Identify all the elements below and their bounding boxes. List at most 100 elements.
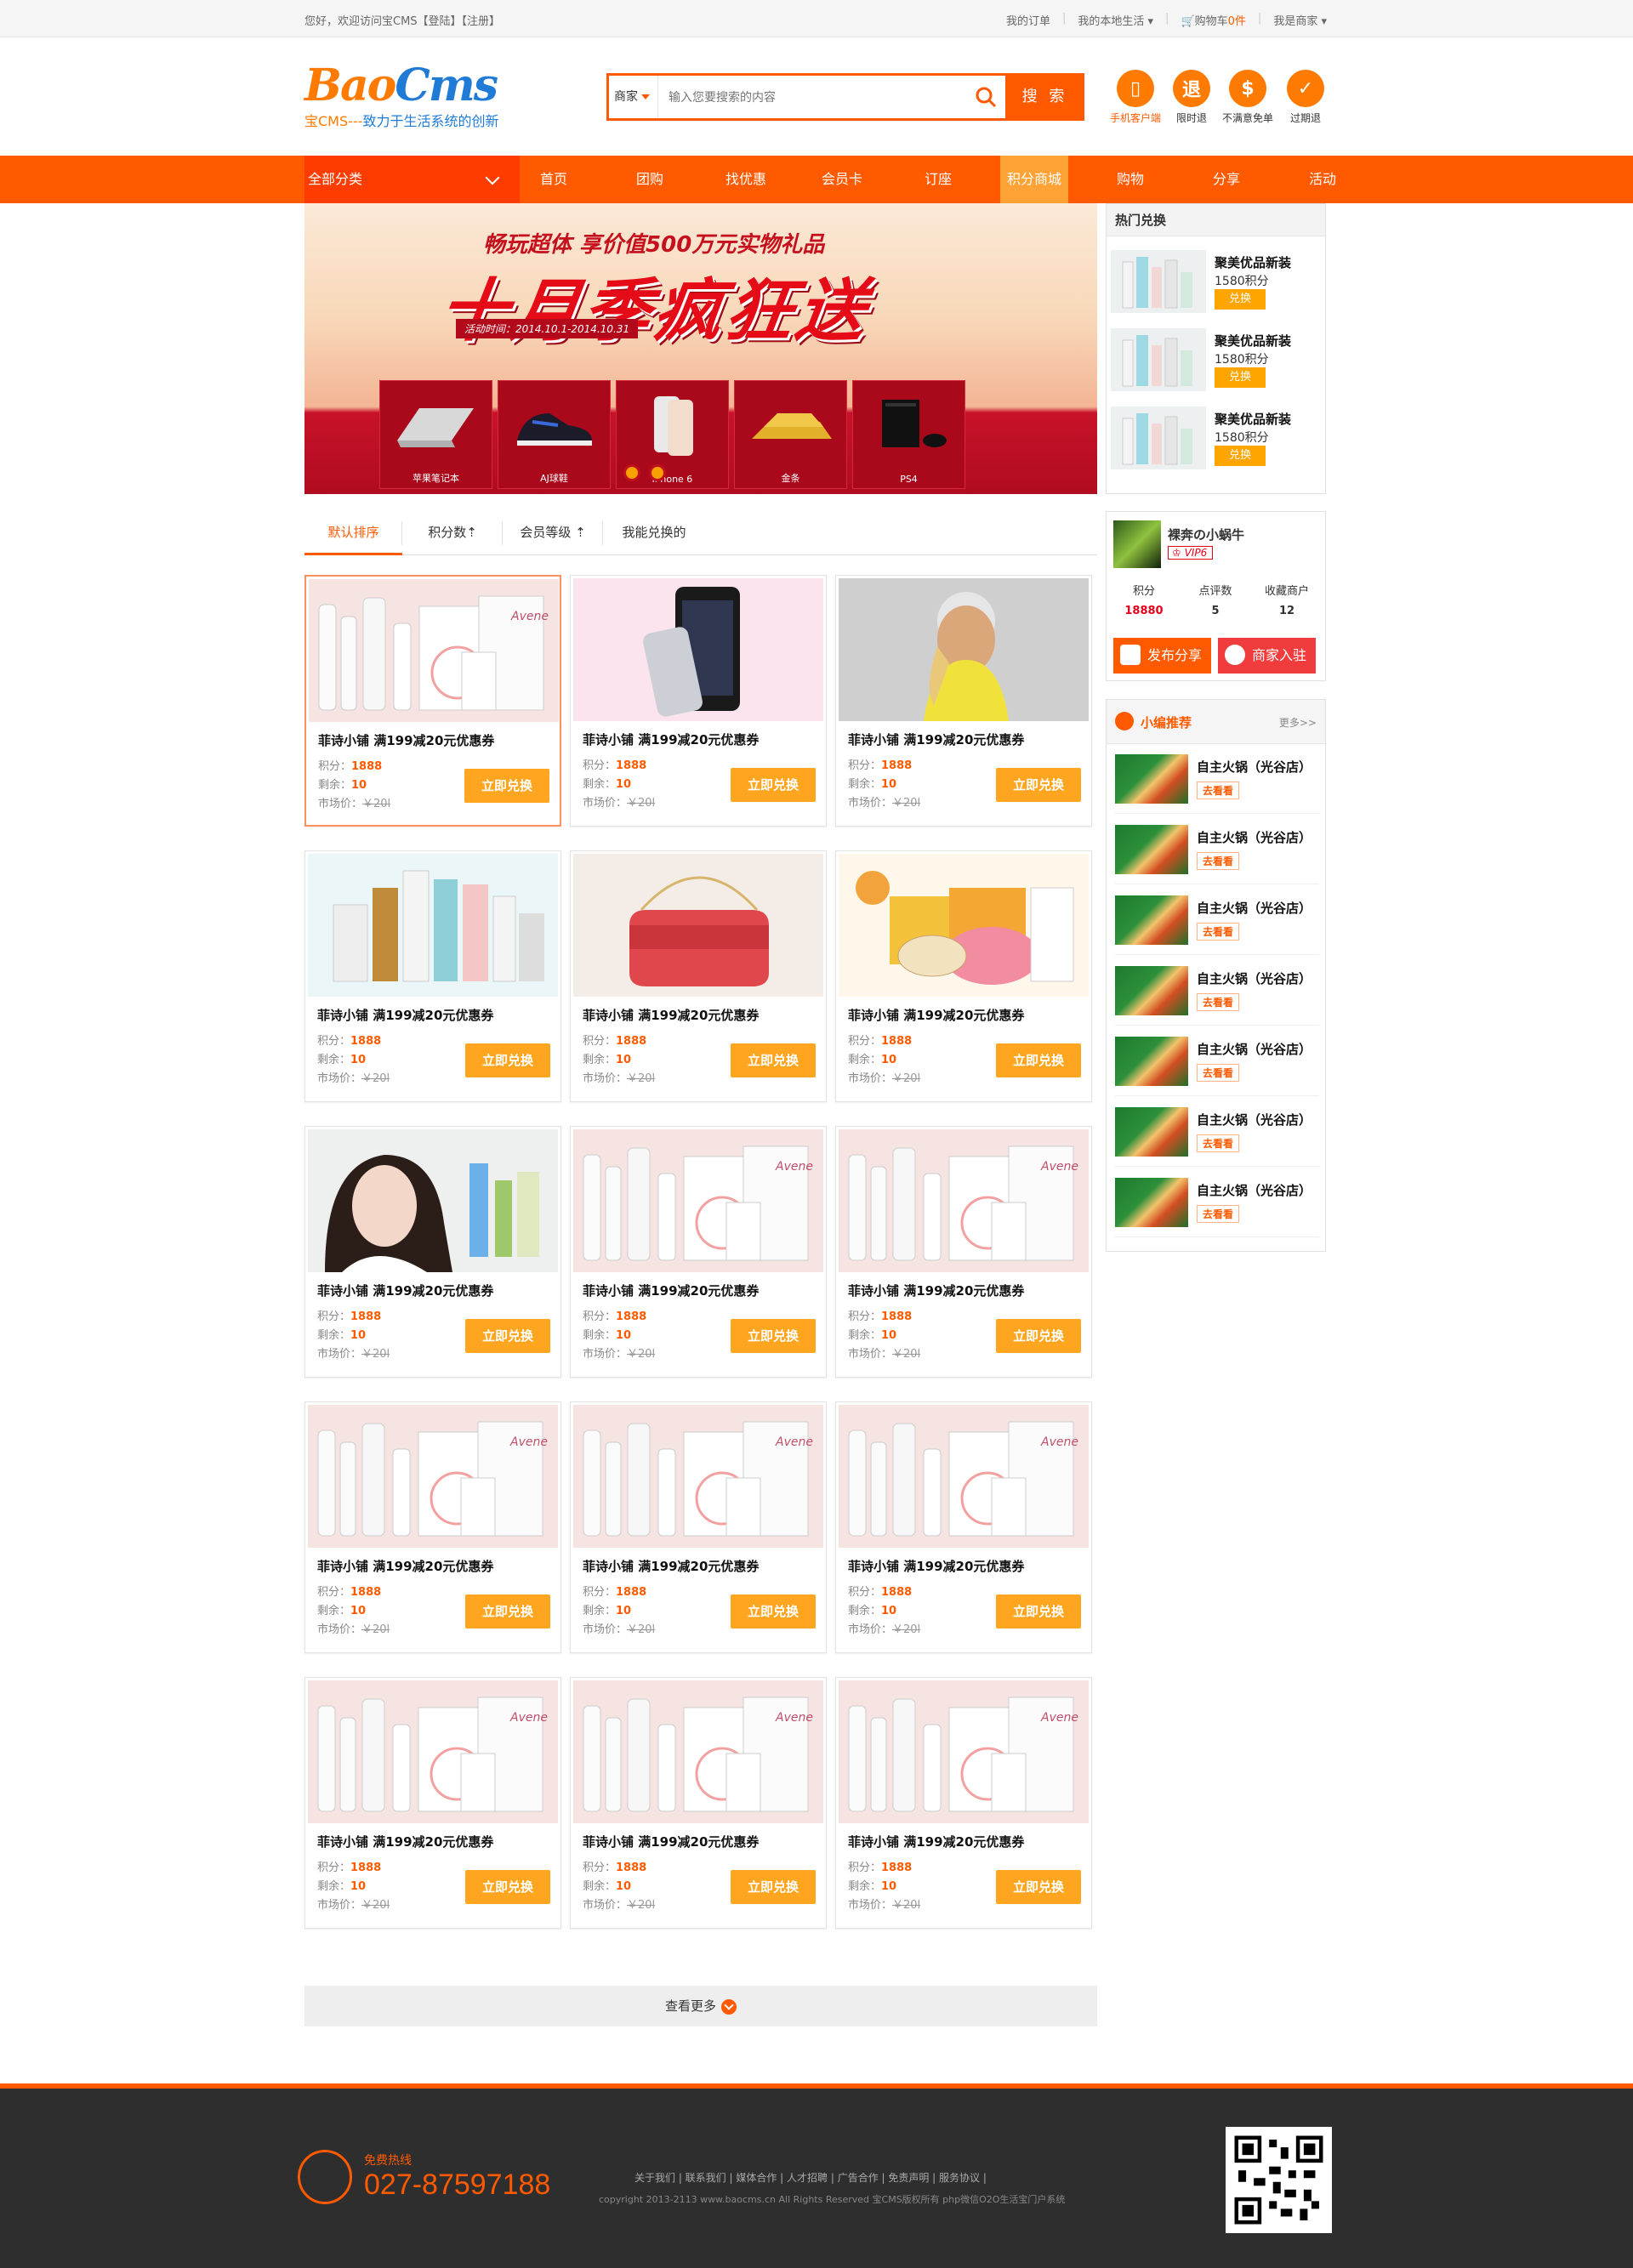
- product-title[interactable]: 菲诗小铺 满199减20元优惠券: [848, 1833, 1024, 1850]
- exchange-now-button[interactable]: 立即兑换: [731, 1870, 816, 1904]
- recommend-name[interactable]: 自主火锅（光谷店）: [1197, 969, 1312, 987]
- product-card[interactable]: Avene 菲诗小铺 满199减20元优惠券 积分：1888 剩余：10 市场价：￥20…: [304, 1677, 561, 1929]
- user-name[interactable]: 裸奔の小蜗牛: [1168, 526, 1244, 543]
- product-title[interactable]: 菲诗小铺 满199减20元优惠券: [583, 1006, 759, 1024]
- product-image[interactable]: [839, 578, 1089, 721]
- load-more-button[interactable]: 查看更多: [304, 1986, 1097, 2026]
- sort-member-level[interactable]: 会员等级 ⇡: [503, 511, 603, 555]
- product-title[interactable]: 菲诗小铺 满199减20元优惠券: [318, 731, 494, 749]
- product-image[interactable]: Avene: [839, 1129, 1089, 1272]
- nav-item-reservation[interactable]: 订座: [904, 156, 972, 203]
- exchange-now-button[interactable]: 立即兑换: [996, 1594, 1081, 1629]
- product-card[interactable]: 菲诗小铺 满199减20元优惠券 积分：1888 剩余：10 市场价：￥20l 立即兑换: [570, 850, 827, 1102]
- sort-can-exchange[interactable]: 我能兑换的: [603, 511, 705, 555]
- go-see-button[interactable]: 去看看: [1197, 923, 1240, 941]
- product-card[interactable]: 菲诗小铺 满199减20元优惠券 积分：1888 剩余：10 市场价：￥20l 立即兑换: [304, 850, 561, 1102]
- recommend-name[interactable]: 自主火锅（光谷店）: [1197, 899, 1312, 917]
- exchange-button[interactable]: 兑换: [1215, 367, 1266, 388]
- merchant-join-button[interactable]: 商家入驻: [1218, 638, 1316, 674]
- recommend-image[interactable]: [1115, 1037, 1188, 1086]
- product-image[interactable]: Avene: [308, 1405, 558, 1548]
- banner-product[interactable]: 金条: [734, 380, 847, 489]
- exchange-button[interactable]: 兑换: [1215, 446, 1266, 466]
- exchange-now-button[interactable]: 立即兑换: [464, 769, 549, 803]
- product-title[interactable]: 菲诗小铺 满199减20元优惠券: [848, 730, 1024, 748]
- go-see-button[interactable]: 去看看: [1197, 993, 1240, 1011]
- product-card[interactable]: 菲诗小铺 满199减20元优惠券 积分：1888 剩余：10 市场价：￥20l 立即兑换: [570, 575, 827, 827]
- my-orders-link[interactable]: 我的订单: [1006, 12, 1050, 28]
- free-if-unsatisfied[interactable]: $ 不满意免单: [1218, 70, 1277, 125]
- product-card[interactable]: 菲诗小铺 满199减20元优惠券 积分：1888 剩余：10 市场价：￥20l 立即兑换: [304, 1126, 561, 1378]
- product-image[interactable]: [308, 1129, 558, 1272]
- banner-product[interactable]: 苹果笔记本: [379, 380, 492, 489]
- product-title[interactable]: 菲诗小铺 满199减20元优惠券: [583, 1557, 759, 1575]
- recommend-item[interactable]: 自主火锅（光谷店） 去看看: [1115, 959, 1319, 1026]
- product-card[interactable]: Avene 菲诗小铺 满199减20元优惠券 积分：1888 剩余：10 市场价：￥20…: [304, 1401, 561, 1653]
- sort-default[interactable]: 默认排序: [304, 511, 402, 555]
- nav-item-home[interactable]: 首页: [520, 156, 588, 203]
- search-input[interactable]: [669, 76, 1000, 118]
- recommend-name[interactable]: 自主火锅（光谷店）: [1197, 1111, 1312, 1128]
- product-title[interactable]: 菲诗小铺 满199减20元优惠券: [583, 1282, 759, 1299]
- product-image[interactable]: Avene: [839, 1680, 1089, 1823]
- time-refund[interactable]: 退限时退: [1162, 70, 1221, 125]
- exchange-now-button[interactable]: 立即兑换: [465, 1594, 550, 1629]
- recommend-image[interactable]: [1115, 754, 1188, 804]
- recommend-name[interactable]: 自主火锅（光谷店）: [1197, 1040, 1312, 1058]
- product-title[interactable]: 菲诗小铺 满199减20元优惠券: [317, 1557, 493, 1575]
- banner-product[interactable]: AJ球鞋: [498, 380, 611, 489]
- recommend-item[interactable]: 自主火锅（光谷店） 去看看: [1115, 1100, 1319, 1167]
- exchange-now-button[interactable]: 立即兑换: [731, 1594, 816, 1629]
- nav-item-deals[interactable]: 找优惠: [712, 156, 780, 203]
- product-title[interactable]: 菲诗小铺 满199减20元优惠券: [848, 1282, 1024, 1299]
- nav-item-points-mall[interactable]: 积分商城: [1000, 156, 1068, 203]
- sort-points[interactable]: 积分数⇡: [402, 511, 503, 555]
- post-share-button[interactable]: 发布分享: [1113, 638, 1211, 674]
- product-card[interactable]: 菲诗小铺 满199减20元优惠券 积分：1888 剩余：10 市场价：￥20l 立即兑换: [835, 575, 1092, 827]
- product-card[interactable]: Avene 菲诗小铺 满199减20元优惠券 积分：1888 剩余：10 市场价：￥20…: [570, 1401, 827, 1653]
- product-image[interactable]: Avene: [839, 1405, 1089, 1548]
- nav-item-share[interactable]: 分享: [1192, 156, 1260, 203]
- banner-product[interactable]: PS4: [852, 380, 965, 489]
- product-title[interactable]: 菲诗小铺 满199减20元优惠券: [583, 730, 759, 748]
- recommend-item[interactable]: 自主火锅（光谷店） 去看看: [1115, 1030, 1319, 1096]
- hot-exchange-item[interactable]: 聚美优品新装 1580积分 兑换: [1111, 247, 1323, 315]
- product-title[interactable]: 菲诗小铺 满199减20元优惠券: [317, 1282, 493, 1299]
- avatar[interactable]: [1113, 520, 1161, 568]
- nav-item-group-buy[interactable]: 团购: [616, 156, 684, 203]
- exchange-now-button[interactable]: 立即兑换: [996, 1043, 1081, 1077]
- product-image[interactable]: Avene: [573, 1405, 823, 1548]
- hot-exchange-item[interactable]: 聚美优品新装 1580积分 兑换: [1111, 325, 1323, 393]
- all-categories-menu[interactable]: 全部分类: [304, 156, 520, 203]
- nav-item-member-card[interactable]: 会员卡: [808, 156, 876, 203]
- recommend-item[interactable]: 自主火锅（光谷店） 去看看: [1115, 1171, 1319, 1237]
- recommend-image[interactable]: [1115, 1107, 1188, 1157]
- mobile-client[interactable]: ▯ 手机客户端: [1106, 70, 1165, 125]
- recommend-name[interactable]: 自主火锅（光谷店）: [1197, 758, 1312, 776]
- product-card[interactable]: Avene 菲诗小铺 满199减20元优惠券 积分：1888 剩余：10 市场价：￥20…: [835, 1401, 1092, 1653]
- promo-banner[interactable]: 畅玩超体 享价值500万元实物礼品 十月季疯狂送 活动时间：2014.10.1-…: [304, 203, 1097, 494]
- footer-links[interactable]: 关于我们 | 联系我们 | 媒体合作 | 人才招聘 | 广告合作 | 免责声明 …: [634, 2170, 987, 2185]
- search-button[interactable]: 搜 索: [1005, 73, 1084, 121]
- product-card[interactable]: Avene 菲诗小铺 满199减20元优惠券 积分：1888 剩余：10 市场价：￥20…: [570, 1677, 827, 1929]
- recommend-image[interactable]: [1115, 1178, 1188, 1227]
- exchange-now-button[interactable]: 立即兑换: [731, 1043, 816, 1077]
- exchange-now-button[interactable]: 立即兑换: [465, 1870, 550, 1904]
- product-title[interactable]: 菲诗小铺 满199减20元优惠券: [848, 1557, 1024, 1575]
- product-image[interactable]: [573, 578, 823, 721]
- exchange-now-button[interactable]: 立即兑换: [465, 1319, 550, 1353]
- recommend-image[interactable]: [1115, 825, 1188, 874]
- product-card[interactable]: Avene 菲诗小铺 满199减20元优惠券 积分：1888 剩余：10 市场价：￥20…: [835, 1126, 1092, 1378]
- site-logo[interactable]: BaoCms 宝CMS---致力于生活系统的创新: [304, 60, 498, 130]
- product-title[interactable]: 菲诗小铺 满199减20元优惠券: [317, 1833, 493, 1850]
- product-title[interactable]: 菲诗小铺 满199减20元优惠券: [583, 1833, 759, 1850]
- recommend-item[interactable]: 自主火锅（光谷店） 去看看: [1115, 818, 1319, 884]
- exchange-now-button[interactable]: 立即兑换: [465, 1043, 550, 1077]
- recommend-item[interactable]: 自主火锅（光谷店） 去看看: [1115, 747, 1319, 814]
- recommend-name[interactable]: 自主火锅（光谷店）: [1197, 1181, 1312, 1199]
- exchange-button[interactable]: 兑换: [1215, 289, 1266, 310]
- product-image[interactable]: Avene: [573, 1129, 823, 1272]
- exchange-now-button[interactable]: 立即兑换: [996, 1870, 1081, 1904]
- product-image[interactable]: [573, 854, 823, 997]
- cart-link[interactable]: 🛒购物车0件: [1181, 12, 1245, 28]
